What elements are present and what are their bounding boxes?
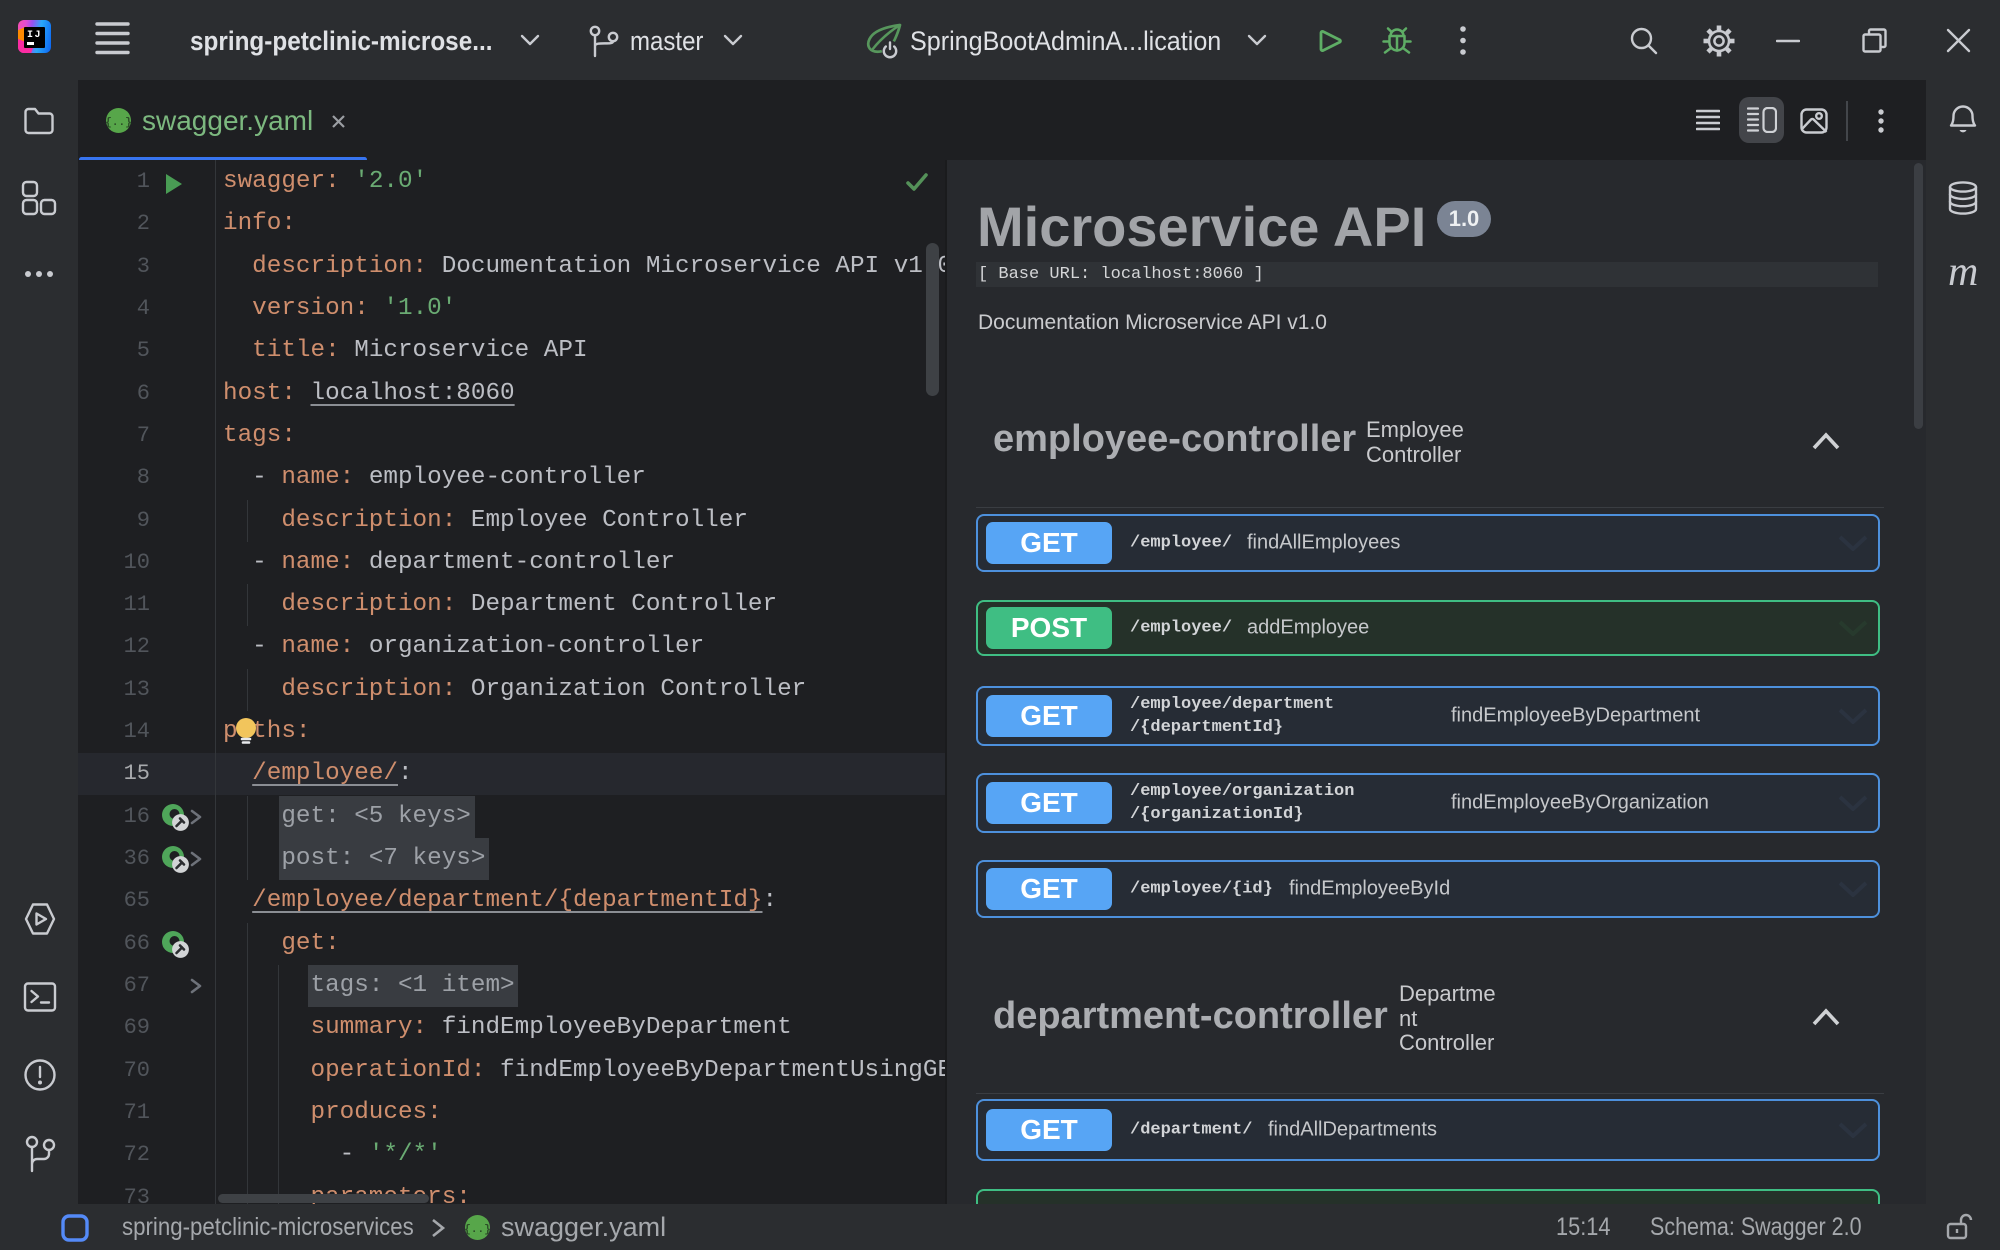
svg-text:{..}: {..} — [465, 1224, 490, 1236]
svg-text:{..}: {..} — [106, 117, 131, 129]
